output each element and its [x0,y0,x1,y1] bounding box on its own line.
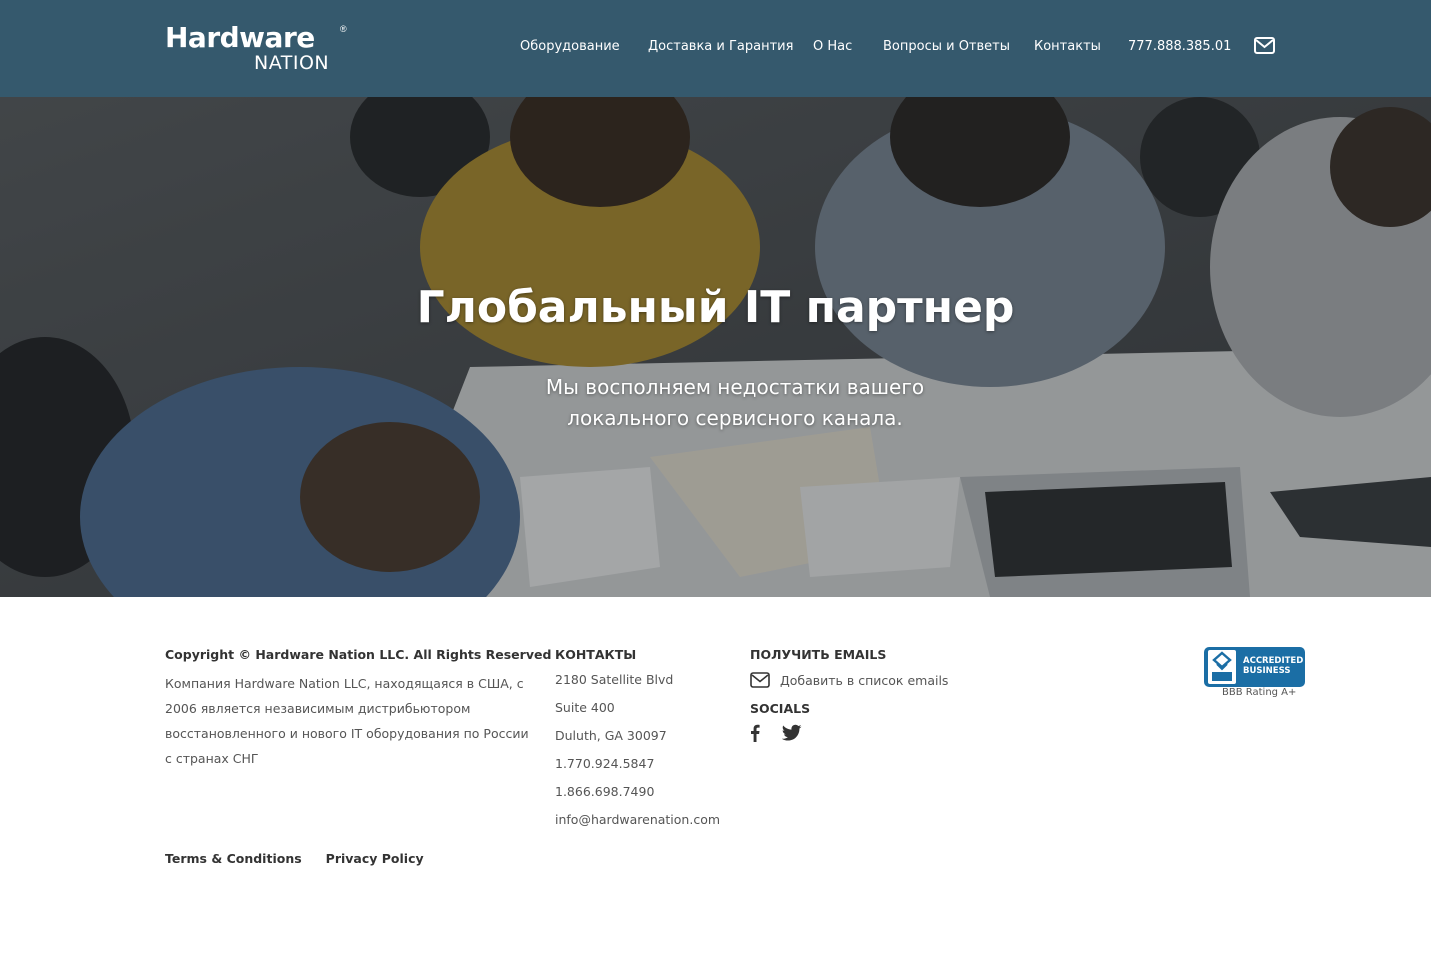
facebook-icon[interactable] [750,724,760,742]
nav-item-faq[interactable]: Вопросы и Ответы [883,39,1010,54]
site-header: Hardware ® NATION Оборудование Доставка … [0,0,1431,97]
hero-overlay [0,97,1431,597]
envelope-icon [750,672,770,688]
envelope-icon[interactable] [1254,37,1275,54]
hero-subtitle: Мы восполняем недостатки вашего локально… [545,375,925,430]
nav-item-delivery[interactable]: Доставка и Гарантия [648,39,793,54]
address-line-3: Duluth, GA 30097 [555,728,667,743]
phone-1[interactable]: 1.770.924.5847 [555,750,720,778]
nav-phone[interactable]: 777.888.385.01 [1128,39,1231,54]
nav-item-contacts[interactable]: Контакты [1034,39,1101,54]
bbb-business-text: BUSINESS [1243,666,1291,676]
address-line-2: Suite 400 [555,700,615,715]
emails-heading: ПОЛУЧИТЬ EMAILS [750,647,887,662]
bbb-badge[interactable]: ACCREDITED BUSINESS [1204,647,1305,687]
nav-item-equipment[interactable]: Оборудование [520,39,620,54]
logo[interactable]: Hardware ® NATION [165,21,350,75]
subscribe-link[interactable]: Добавить в список emails [750,671,948,689]
social-icons [750,724,948,742]
logo-registered-mark: ® [340,24,347,34]
emails-section: ПОЛУЧИТЬ EMAILS Добавить в список emails… [750,647,948,742]
footer-links: Terms & Conditions Privacy Policy [165,851,424,866]
copyright-text: Copyright © Hardware Nation LLC. All Rig… [165,647,552,662]
subscribe-label: Добавить в список emails [780,672,949,688]
email-link[interactable]: info@hardwarenation.com [555,806,720,834]
address-line-1: 2180 Satellite Blvd [555,672,674,687]
privacy-link[interactable]: Privacy Policy [326,851,424,866]
twitter-icon[interactable] [782,724,802,742]
bbb-accredited-text: ACCREDITED [1243,656,1304,666]
socials-heading: SOCIALS [750,701,811,716]
logo-subtitle: NATION [254,52,330,74]
hero-title: Глобальный IT партнер [416,282,1015,333]
contacts-heading: КОНТАКТЫ [555,647,637,662]
company-description: Компания Hardware Nation LLC, находящаяс… [165,676,529,766]
bbb-seal-icon [1208,650,1236,684]
site-footer: Copyright © Hardware Nation LLC. All Rig… [0,597,1431,974]
terms-link[interactable]: Terms & Conditions [165,851,302,866]
logo-wordmark: Hardware [165,21,315,54]
contacts-section: КОНТАКТЫ 2180 Satellite Blvd Suite 400 D… [555,647,720,834]
nav-item-about[interactable]: О Нас [813,39,852,54]
phone-2[interactable]: 1.866.698.7490 [555,778,720,806]
bbb-rating-text: BBB Rating A+ [1222,687,1297,698]
hero-banner: Глобальный IT партнер Мы восполняем недо… [0,97,1431,597]
